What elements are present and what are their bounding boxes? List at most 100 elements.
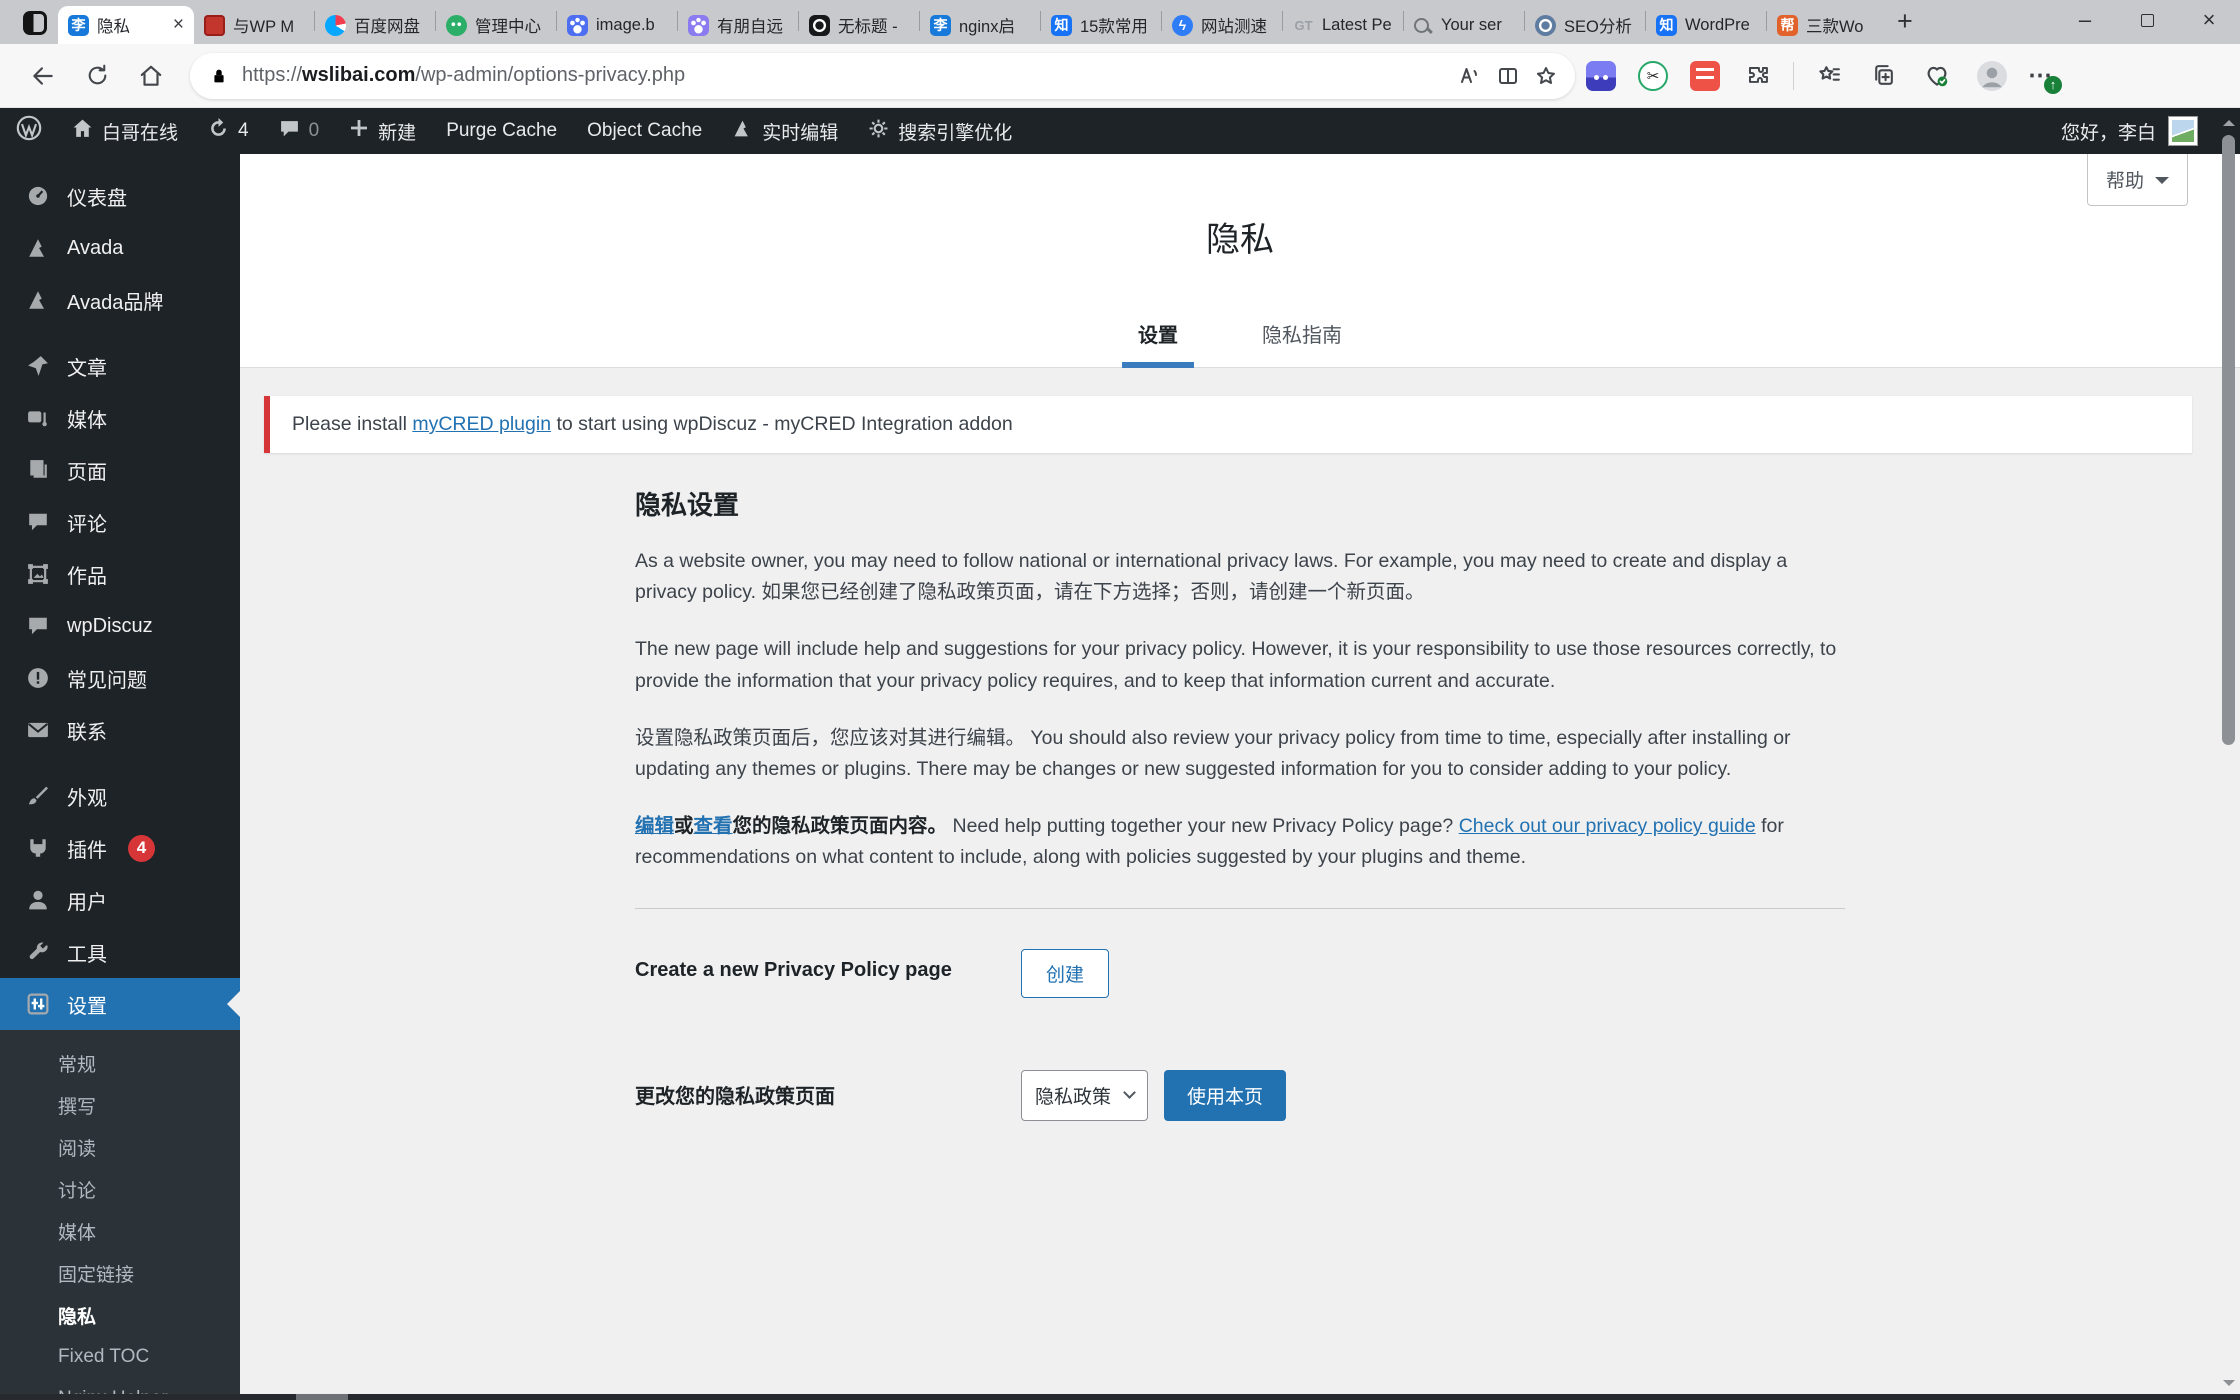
paragraph-4-bold: 您的隐私政策页面内容。 (732, 815, 948, 838)
submenu-item[interactable]: Fixed TOC (0, 1336, 240, 1378)
adminbar-item[interactable]: 0 (279, 118, 319, 145)
sidebar-item-tools[interactable]: 工具 (0, 926, 240, 978)
sidebar-item-settings[interactable]: 设置 (0, 978, 240, 1030)
browser-tab[interactable]: Your ser (1404, 6, 1524, 44)
back-button[interactable] (23, 56, 63, 96)
help-button[interactable]: 帮助 (2086, 154, 2188, 206)
adminbar-item[interactable]: 白哥在线 (72, 118, 178, 145)
browser-tab[interactable]: 李 nginx启 (920, 6, 1040, 44)
browser-essentials-button[interactable] (1917, 56, 1957, 96)
favorites-button[interactable] (1809, 56, 1849, 96)
browser-tab[interactable]: 无标题 - (799, 6, 919, 44)
submenu-item[interactable]: 讨论 (0, 1168, 240, 1210)
adminbar-account[interactable]: 您好，李白 (2061, 116, 2198, 146)
browser-tab[interactable]: 知 15款常用 (1041, 6, 1161, 44)
submenu-item[interactable]: 媒体 (0, 1210, 240, 1252)
sidebar-item-label: 用户 (67, 891, 107, 914)
restore-button[interactable] (2116, 0, 2178, 40)
settings-menu-button[interactable]: ⋯ ↑ (2020, 61, 2062, 94)
submenu-item[interactable]: 阅读 (0, 1126, 240, 1168)
policy-page-select[interactable]: 隐私政策 (1021, 1069, 1149, 1121)
horizontal-scrollbar[interactable] (0, 1394, 2240, 1400)
tab-settings[interactable]: 设置 (1122, 319, 1194, 368)
baidu-paw-icon (567, 14, 588, 36)
browser-tab[interactable]: 帮三款Wo (1767, 6, 1887, 44)
adminbar-item-label: Purge Cache (446, 120, 558, 141)
sidebar-item-media[interactable]: 媒体 (0, 392, 240, 444)
settings-icon (26, 992, 50, 1016)
sidebar-item-comments[interactable]: wpDiscuz (0, 600, 240, 652)
avatar-icon (1977, 60, 2007, 91)
vertical-scrollbar[interactable] (2221, 108, 2238, 1392)
extension-purple-icon[interactable] (1586, 60, 1616, 91)
sidebar-item-dashboard[interactable]: 仪表盘 (0, 170, 240, 222)
browser-tab[interactable]: ϟ 网站测速 (1162, 6, 1282, 44)
browser-tab[interactable]: 知 WordPre (1646, 6, 1766, 44)
view-policy-link[interactable]: 查看 (694, 815, 733, 837)
sidebar-item-post[interactable]: 文章 (0, 340, 240, 392)
submenu-item[interactable]: 固定链接 (0, 1252, 240, 1294)
collections-button[interactable] (1863, 56, 1903, 96)
sidebar-item-avada[interactable]: Avada品牌 (0, 274, 240, 326)
browser-tab[interactable]: 有朋自远 (678, 6, 798, 44)
read-aloud-button[interactable] (1451, 57, 1489, 95)
browser-tab[interactable]: GT Latest Pe (1283, 6, 1403, 44)
new-tab-button[interactable]: + (1897, 6, 1913, 37)
profile-button[interactable] (1974, 58, 2010, 94)
adminbar-item[interactable]: 实时编辑 (732, 118, 838, 145)
sidebar-item-pages[interactable]: 页面 (0, 444, 240, 496)
baidu-pan-icon (325, 14, 346, 36)
scroll-down-arrow-icon[interactable] (2223, 1380, 2235, 1392)
sidebar-item-users[interactable]: 用户 (0, 874, 240, 926)
mycred-plugin-link[interactable]: myCRED plugin (412, 413, 551, 435)
tab-title: nginx启 (959, 18, 1015, 36)
vertical-scrollbar-thumb[interactable] (2222, 135, 2235, 745)
adminbar-item[interactable]: Object Cache (587, 120, 702, 142)
split-screen-button[interactable] (1489, 57, 1527, 95)
adminbar-item[interactable]: Purge Cache (446, 120, 557, 142)
sidebar-item-label: Avada品牌 (67, 291, 164, 314)
address-bar[interactable]: https://wslibai.com/wp-admin/options-pri… (190, 52, 1575, 99)
browser-tab[interactable]: 百度网盘 (315, 6, 435, 44)
sidebar-item-appearance[interactable]: 外观 (0, 770, 240, 822)
minimize-button[interactable]: – (2054, 0, 2116, 40)
horizontal-scrollbar-thumb[interactable] (296, 1394, 348, 1400)
screenshot-scissors-icon[interactable]: ✂ (1638, 60, 1668, 91)
browser-tab[interactable]: image.b (557, 6, 677, 44)
sidebar-item-comments[interactable]: 评论 (0, 496, 240, 548)
refresh-button[interactable] (77, 56, 117, 96)
home-button[interactable] (131, 56, 171, 96)
close-button[interactable]: × (2178, 0, 2240, 40)
adminbar-item[interactable] (16, 115, 42, 147)
adminbar-item[interactable]: 搜索引擎优化 (868, 118, 1012, 145)
scroll-up-arrow-icon[interactable] (2223, 114, 2235, 126)
favorite-star-button[interactable] (1527, 57, 1565, 95)
notes-extension-icon[interactable] (1690, 60, 1720, 91)
faq-icon (26, 666, 50, 690)
submenu-item[interactable]: 隐私 (0, 1294, 240, 1336)
sidebar-item-avada[interactable]: Avada (0, 222, 240, 274)
sidebar-item-contact[interactable]: 联系 (0, 704, 240, 756)
workspaces-button[interactable] (12, 4, 58, 42)
sidebar-item-faq[interactable]: 常见问题 (0, 652, 240, 704)
paragraph-4-or: 或 (674, 815, 694, 838)
browser-tab[interactable]: 管理中心 (436, 6, 556, 44)
browser-tab[interactable]: 与WP M (194, 6, 314, 44)
url-text[interactable]: https://wslibai.com/wp-admin/options-pri… (242, 64, 1451, 87)
privacy-guide-link[interactable]: Check out our privacy policy guide (1459, 815, 1756, 837)
browser-tab[interactable]: 李隐私 × (58, 6, 194, 44)
tab-privacy-guide[interactable]: 隐私指南 (1246, 319, 1358, 368)
use-this-page-button[interactable]: 使用本页 (1164, 1069, 1287, 1121)
extensions-button[interactable] (1738, 56, 1778, 96)
close-tab-icon[interactable]: × (173, 14, 184, 36)
submenu-item[interactable]: 撰写 (0, 1084, 240, 1126)
submenu-item[interactable]: 常规 (0, 1042, 240, 1084)
edit-policy-link[interactable]: 编辑 (635, 815, 674, 837)
sidebar-item-portfolio[interactable]: 作品 (0, 548, 240, 600)
sidebar-item-plugins[interactable]: 插件 4 (0, 822, 240, 874)
browser-tab[interactable]: SEO分析 (1525, 6, 1645, 44)
tabs-container: 李隐私 × 与WP M 百度网盘 管理中心 image.b 有朋自远 无标题 - 李 nginx启… (58, 6, 1887, 44)
create-button[interactable]: 创建 (1021, 948, 1110, 998)
adminbar-item[interactable]: 新建 (349, 118, 416, 145)
adminbar-item[interactable]: 4 (208, 117, 249, 145)
